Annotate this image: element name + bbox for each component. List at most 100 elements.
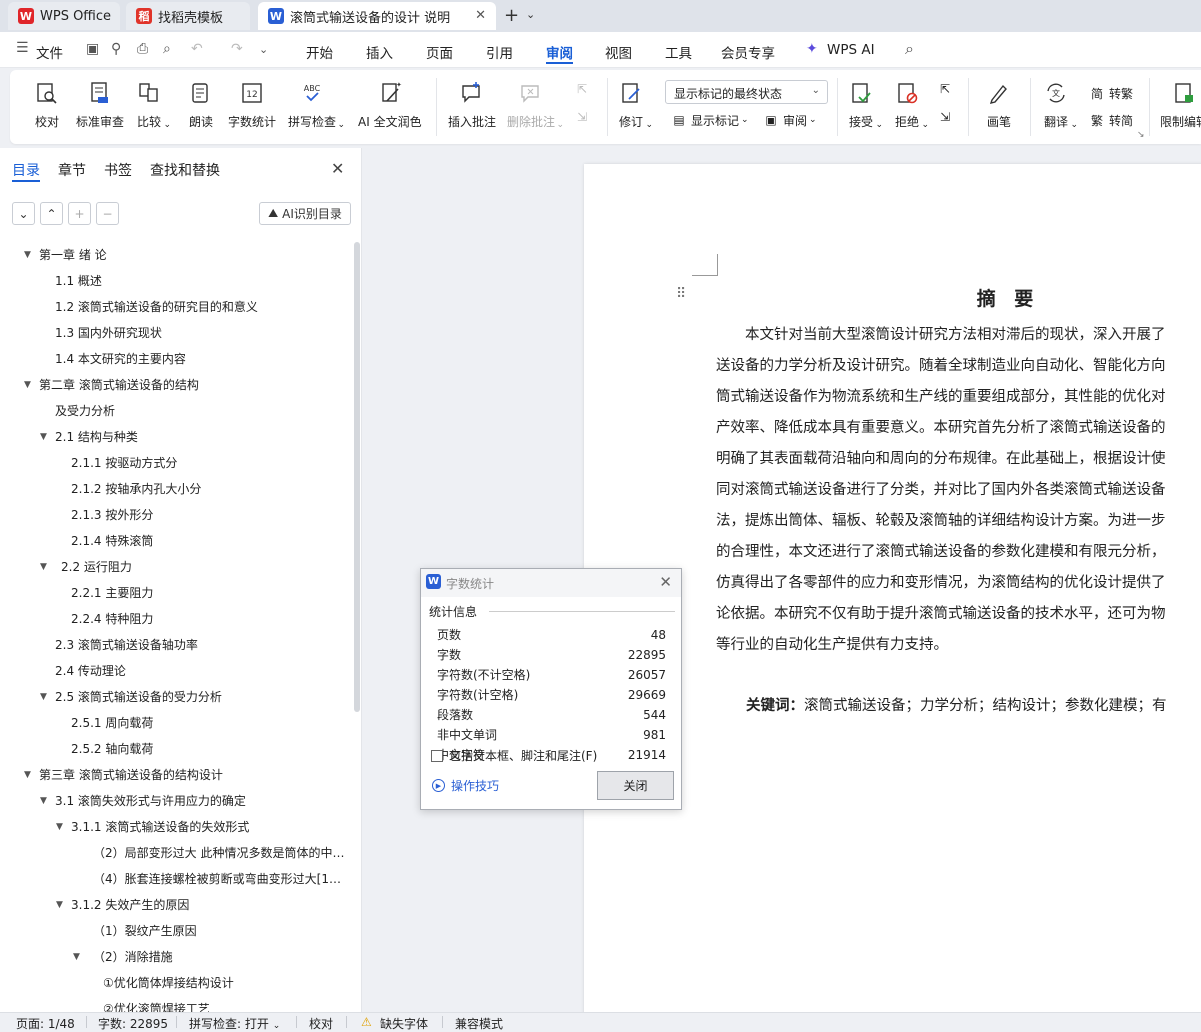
next-change-icon[interactable]: ⇲ — [940, 110, 950, 124]
toc-item[interactable]: ▼ （2）消除措施 — [0, 944, 348, 970]
toc-item[interactable]: 2.1.1 按驱动方式分 — [0, 450, 348, 476]
toc-item[interactable]: 1.4 本文研究的主要内容 — [0, 346, 348, 372]
spell-check-indicator[interactable]: 拼写检查: 打开 ⌄ — [189, 1015, 280, 1032]
toc-item[interactable]: 2.5.2 轴向载荷 — [0, 736, 348, 762]
prev-change-icon[interactable]: ⇱ — [940, 82, 950, 96]
tab-find-replace[interactable]: 查找和替换 — [150, 160, 220, 180]
close-icon[interactable]: ✕ — [331, 159, 344, 178]
toc-item[interactable]: ▼ 3.1 滚筒失效形式与许用应力的确定 — [0, 788, 348, 814]
undo-icon[interactable]: ↶ — [191, 41, 203, 57]
tab-bookmarks[interactable]: 书签 — [104, 160, 132, 180]
tab-wps-office[interactable]: W WPS Office — [8, 2, 120, 30]
menu-references[interactable]: 引用 — [486, 42, 513, 62]
menu-insert[interactable]: 插入 — [366, 42, 393, 62]
missing-font-indicator[interactable]: 缺失字体 — [380, 1015, 428, 1032]
pen-button[interactable]: 画笔 — [986, 80, 1012, 130]
save-icon[interactable]: ▣ — [86, 41, 99, 57]
toc-item[interactable]: 1.2 滚筒式输送设备的研究目的和意义 — [0, 294, 348, 320]
expand-all-icon[interactable]: ⌄ — [12, 202, 35, 225]
toc-item[interactable]: （1）裂纹产生原因 — [0, 918, 348, 944]
toc-item[interactable]: 2.1.3 按外形分 — [0, 502, 348, 528]
dialog-titlebar[interactable]: W 字数统计 ✕ — [421, 569, 681, 597]
toc-item[interactable]: 2.2.4 特种阻力 — [0, 606, 348, 632]
toc-item[interactable]: ▼ 2.1 结构与种类 — [0, 424, 348, 450]
print-preview-icon[interactable]: ⌕ — [163, 41, 171, 57]
search-icon[interactable]: ⌕ — [905, 39, 914, 59]
expand-toggle-icon[interactable]: ▼ — [24, 242, 31, 268]
toc-item[interactable]: 2.5.1 周向载荷 — [0, 710, 348, 736]
toc-item[interactable]: ▼ 2.5 滚筒式输送设备的受力分析 — [0, 684, 348, 710]
expand-toggle-icon[interactable]: ▼ — [73, 944, 80, 970]
menu-view[interactable]: 视图 — [605, 42, 632, 62]
toc-item[interactable]: 2.2.1 主要阻力 — [0, 580, 348, 606]
review-pane-button[interactable]: ▣ 审阅 ⌄ — [762, 111, 816, 129]
chevron-down-icon[interactable]: ⌄ — [259, 43, 268, 56]
restrict-editing-button[interactable]: 限制编辑 — [1160, 80, 1201, 130]
toc-item[interactable]: ▼ 3.1.2 失效产生的原因 — [0, 892, 348, 918]
checkbox-box[interactable] — [431, 749, 443, 762]
show-markup-button[interactable]: ▤ 显示标记 ⌄ — [670, 111, 748, 129]
compat-mode-indicator[interactable]: 兼容模式 — [455, 1015, 503, 1032]
expand-toggle-icon[interactable]: ▼ — [56, 892, 63, 918]
track-changes-button[interactable]: 修订 ⌄ — [618, 80, 653, 130]
toc-item[interactable]: ▼ 2.2 运行阻力 — [0, 554, 348, 580]
markup-state-select[interactable]: 显示标记的最终状态 ⌄ — [665, 80, 828, 104]
menu-file[interactable]: 文件 — [36, 42, 63, 62]
compare-button[interactable]: 比较 ⌄ — [136, 80, 171, 130]
tab-docer-templates[interactable]: 稻 找稻壳模板 — [126, 2, 250, 30]
word-count-button[interactable]: 12 字数统计 — [228, 80, 276, 130]
toc-item[interactable]: 1.1 概述 — [0, 268, 348, 294]
expand-toggle-icon[interactable]: ▼ — [56, 814, 63, 840]
toc-scrollbar[interactable] — [354, 242, 360, 712]
key-icon[interactable]: ⚲ — [111, 41, 121, 57]
print-icon[interactable]: ⎙ — [137, 41, 148, 57]
reject-button[interactable]: 拒绝 ⌄ — [894, 80, 929, 130]
tips-link[interactable]: ▶ 操作技巧 — [432, 777, 499, 794]
word-count-indicator[interactable]: 字数: 22895 — [98, 1015, 168, 1032]
toc-item[interactable]: ▼ 第三章 滚筒式输送设备的结构设计 — [0, 762, 348, 788]
menu-wps-ai[interactable]: WPS AI — [827, 42, 875, 58]
insert-comment-button[interactable]: 插入批注 — [448, 80, 496, 130]
collapse-icon[interactable]: ⌃ — [40, 202, 63, 225]
close-button[interactable]: 关闭 — [597, 771, 674, 800]
ai-polish-button[interactable]: ✦ AI 全文润色 — [358, 80, 422, 130]
toc-item[interactable]: （2）局部变形过大 此种情况多数是筒体的中… — [0, 840, 348, 866]
spell-check-button[interactable]: ABC 拼写检查 ⌄ — [288, 80, 345, 130]
menu-home[interactable]: 开始 — [306, 42, 333, 62]
delete-comment-button[interactable]: 删除批注 ⌄ — [507, 80, 564, 130]
close-icon[interactable]: ✕ — [475, 8, 486, 23]
hamburger-icon[interactable]: ☰ — [16, 40, 29, 56]
include-textbox-checkbox[interactable]: 包括文本框、脚注和尾注(F) — [431, 747, 597, 764]
menu-member[interactable]: 会员专享 — [721, 42, 775, 62]
tab-toc[interactable]: 目录 — [12, 160, 40, 180]
close-icon[interactable]: ✕ — [659, 573, 672, 591]
accept-button[interactable]: 接受 ⌄ — [848, 80, 883, 130]
toc-item[interactable]: 1.3 国内外研究现状 — [0, 320, 348, 346]
expand-toggle-icon[interactable]: ▼ — [24, 372, 31, 398]
proofread-indicator[interactable]: 校对 — [309, 1015, 333, 1032]
toc-item[interactable]: 2.4 传动理论 — [0, 658, 348, 684]
proofread-button[interactable]: 校对 — [34, 80, 60, 130]
to-traditional-button[interactable]: 简转繁 — [1088, 84, 1133, 102]
to-simplified-button[interactable]: 繁转简 — [1088, 111, 1133, 129]
chevron-down-icon[interactable]: ⌄ — [526, 8, 535, 21]
toc-item[interactable]: ②优化滚筒焊接工艺 — [0, 996, 348, 1012]
read-aloud-button[interactable]: 朗读 — [188, 80, 214, 130]
toc-item[interactable]: 2.3 滚筒式输送设备轴功率 — [0, 632, 348, 658]
translate-button[interactable]: 文 翻译 ⌄ — [1043, 80, 1078, 130]
remove-heading-icon[interactable]: − — [96, 202, 119, 225]
next-comment-icon[interactable]: ⇲ — [577, 110, 587, 124]
page-indicator[interactable]: 页面: 1/48 — [16, 1015, 75, 1032]
toc-item[interactable]: 2.1.2 按轴承内孔大小分 — [0, 476, 348, 502]
tab-document[interactable]: W 滚筒式输送设备的设计 说明书 ✕ — [258, 2, 496, 30]
toc-item[interactable]: ▼ 3.1.1 滚筒式输送设备的失效形式 — [0, 814, 348, 840]
menu-tools[interactable]: 工具 — [665, 42, 692, 62]
toc-item[interactable]: 及受力分析 — [0, 398, 348, 424]
standard-review-button[interactable]: 标准审查 — [76, 80, 124, 130]
expand-toggle-icon[interactable]: ▼ — [40, 788, 47, 814]
expand-toggle-icon[interactable]: ▼ — [40, 554, 47, 580]
toc-item[interactable]: ▼ 第一章 绪 论 — [0, 242, 348, 268]
ribbon-expand-icon[interactable]: ↘ — [1137, 130, 1145, 140]
expand-toggle-icon[interactable]: ▼ — [40, 424, 47, 450]
toc-item[interactable]: ▼ 第二章 滚筒式输送设备的结构 — [0, 372, 348, 398]
